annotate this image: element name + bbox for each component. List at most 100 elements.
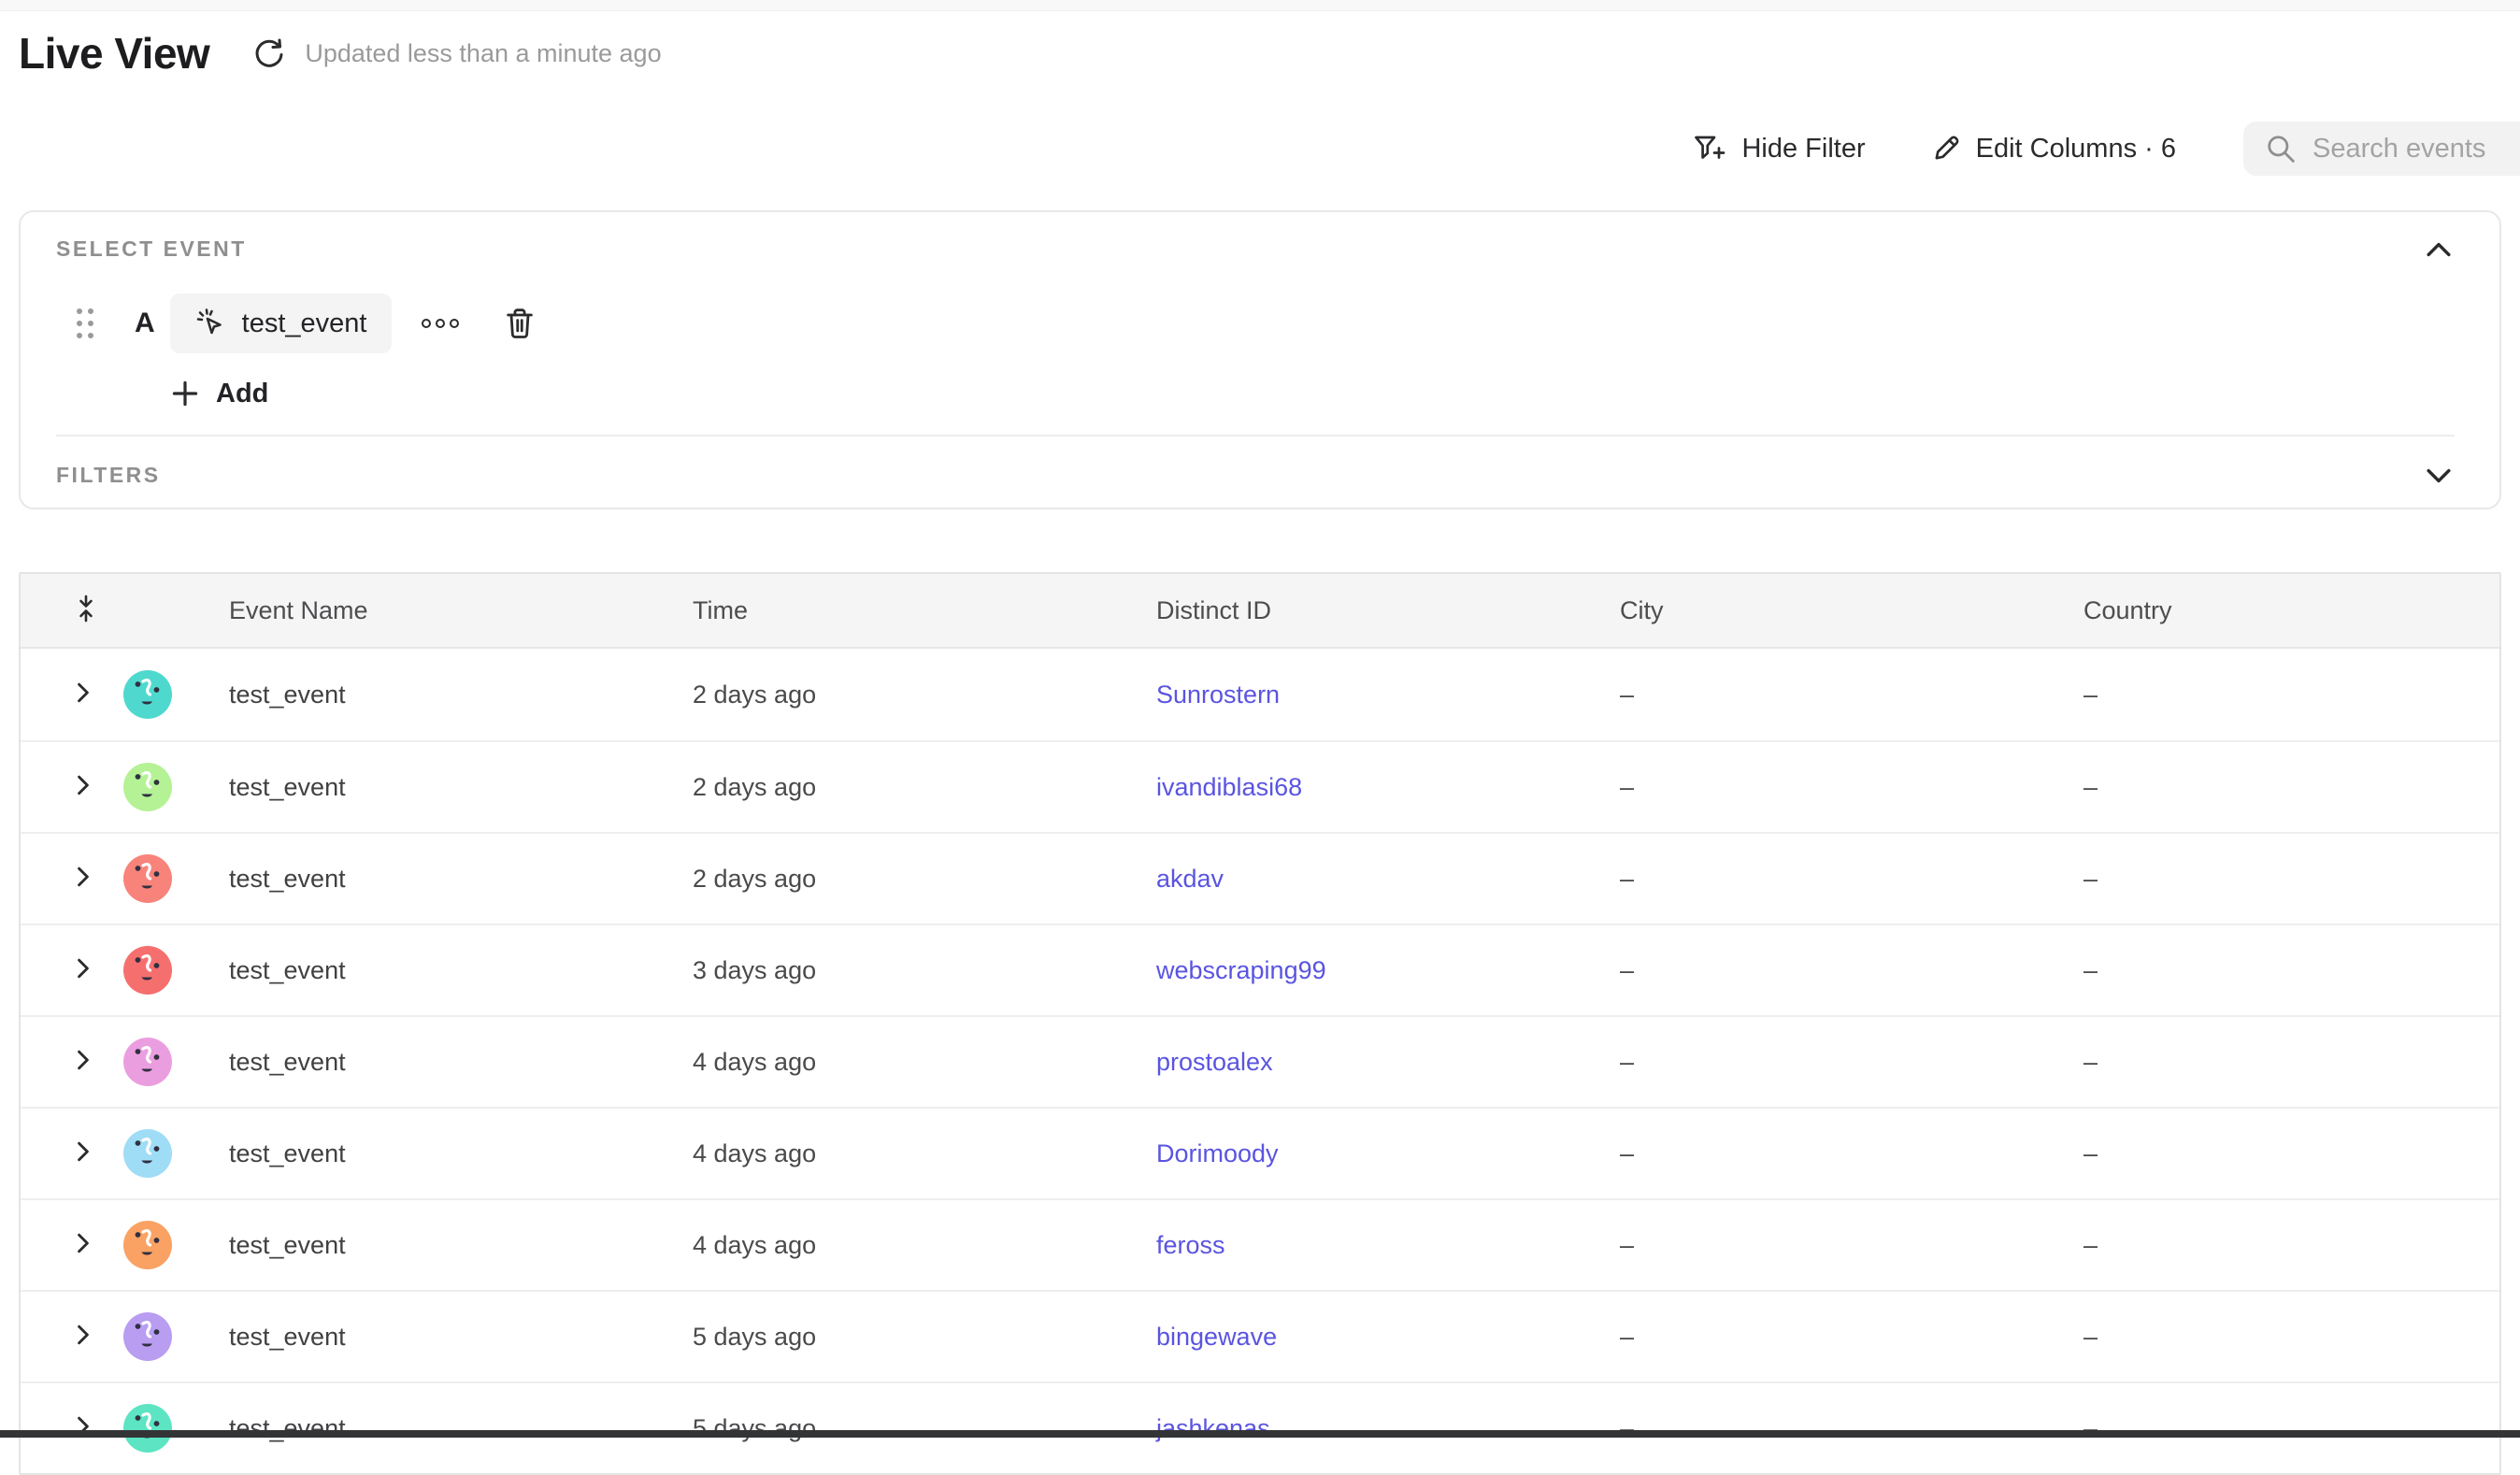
column-header-distinct-id: Distinct ID <box>1138 596 1601 625</box>
cell-city: – <box>1601 680 2065 709</box>
cell-country: – <box>2065 680 2499 709</box>
cursor-click-icon <box>194 307 228 340</box>
drag-handle[interactable] <box>77 308 93 338</box>
events-table: Event Name Time Distinct ID City Country <box>19 572 2501 1475</box>
user-avatar <box>123 946 210 995</box>
search-input[interactable] <box>2312 134 2516 165</box>
add-label: Add <box>216 379 268 409</box>
cell-event-name: test_event <box>210 1139 674 1168</box>
cell-city: – <box>1601 1139 2065 1168</box>
more-options-button[interactable] <box>420 317 461 330</box>
cell-event-name: test_event <box>210 1414 674 1443</box>
pencil-icon <box>1931 134 1961 164</box>
cell-time: 2 days ago <box>674 773 1138 802</box>
edit-columns-button[interactable]: Edit Columns · 6 <box>1931 134 2176 165</box>
cell-time: 5 days ago <box>674 1323 1138 1352</box>
column-header-country: Country <box>2065 596 2499 625</box>
distinct-id-link[interactable]: bingewave <box>1156 1323 1277 1351</box>
cell-city: – <box>1601 865 2065 894</box>
cell-city: – <box>1601 1414 2065 1443</box>
cell-country: – <box>2065 1048 2499 1077</box>
cell-event-name: test_event <box>210 956 674 985</box>
event-chip-label: test_event <box>242 308 367 339</box>
table-row: test_event 5 days ago jashkenas – – <box>21 1382 2499 1473</box>
cell-time: 2 days ago <box>674 680 1138 709</box>
column-header-city: City <box>1601 596 2065 625</box>
search-box <box>2243 122 2520 176</box>
cell-event-name: test_event <box>210 865 674 894</box>
distinct-id-link[interactable]: feross <box>1156 1231 1225 1259</box>
cell-event-name: test_event <box>210 1048 674 1077</box>
table-row: test_event 2 days ago ivandiblasi68 – – <box>21 740 2499 832</box>
collapse-all-rows-button[interactable] <box>73 594 99 623</box>
distinct-id-link[interactable]: Dorimoody <box>1156 1139 1279 1167</box>
cell-city: – <box>1601 1323 2065 1352</box>
table-row: test_event 5 days ago bingewave – – <box>21 1290 2499 1382</box>
cell-city: – <box>1601 1048 2065 1077</box>
cell-country: – <box>2065 865 2499 894</box>
table-row: test_event 2 days ago akdav – – <box>21 832 2499 924</box>
window-top-edge <box>0 0 2520 11</box>
distinct-id-link[interactable]: jashkenas <box>1156 1414 1270 1442</box>
user-avatar <box>123 854 210 903</box>
cell-country: – <box>2065 773 2499 802</box>
cell-country: – <box>2065 1139 2499 1168</box>
cell-time: 3 days ago <box>674 956 1138 985</box>
distinct-id-link[interactable]: ivandiblasi68 <box>1156 773 1302 801</box>
refresh-button[interactable] <box>251 36 284 70</box>
event-row: A test_event <box>56 293 2455 354</box>
table-row: test_event 2 days ago Sunrostern – – <box>21 649 2499 740</box>
cell-country: – <box>2065 1231 2499 1260</box>
table-body: test_event 2 days ago Sunrostern – – <box>21 649 2499 1473</box>
cell-time: 4 days ago <box>674 1139 1138 1168</box>
cell-event-name: test_event <box>210 1323 674 1352</box>
event-letter: A <box>135 308 155 339</box>
select-event-label: SELECT EVENT <box>56 236 247 262</box>
table-row: test_event 4 days ago feross – – <box>21 1198 2499 1290</box>
cell-time: 5 days ago <box>674 1414 1138 1443</box>
cell-event-name: test_event <box>210 680 674 709</box>
table-row: test_event 4 days ago prostoalex – – <box>21 1015 2499 1107</box>
user-avatar <box>123 1038 210 1086</box>
cell-event-name: test_event <box>210 1231 674 1260</box>
user-avatar <box>123 670 210 719</box>
distinct-id-link[interactable]: prostoalex <box>1156 1048 1273 1076</box>
hide-filter-label: Hide Filter <box>1741 134 1865 165</box>
edit-columns-label: Edit Columns · 6 <box>1976 134 2176 165</box>
plus-icon <box>171 379 199 408</box>
cell-city: – <box>1601 773 2065 802</box>
page-header: Live View Updated less than a minute ago <box>19 28 662 79</box>
expand-filters-button[interactable] <box>2423 465 2455 487</box>
event-selector-chip[interactable]: test_event <box>170 294 392 353</box>
cell-city: – <box>1601 1231 2065 1260</box>
cell-country: – <box>2065 1323 2499 1352</box>
cell-time: 4 days ago <box>674 1231 1138 1260</box>
user-avatar <box>123 1129 210 1178</box>
delete-event-button[interactable] <box>504 307 536 340</box>
cell-city: – <box>1601 956 2065 985</box>
query-builder-panel: SELECT EVENT A <box>19 210 2501 509</box>
filter-plus-icon <box>1693 134 1726 164</box>
filters-label: FILTERS <box>56 463 161 488</box>
page-title: Live View <box>19 28 209 79</box>
trash-icon <box>504 307 536 340</box>
cell-time: 2 days ago <box>674 865 1138 894</box>
distinct-id-link[interactable]: Sunrostern <box>1156 680 1280 709</box>
cell-event-name: test_event <box>210 773 674 802</box>
filters-section: FILTERS <box>21 437 2499 488</box>
table-row: test_event 4 days ago Dorimoody – – <box>21 1107 2499 1198</box>
table-header-row: Event Name Time Distinct ID City Country <box>21 574 2499 649</box>
hide-filter-button[interactable]: Hide Filter <box>1693 134 1865 165</box>
cell-time: 4 days ago <box>674 1048 1138 1077</box>
distinct-id-link[interactable]: akdav <box>1156 865 1224 893</box>
cell-country: – <box>2065 956 2499 985</box>
cell-country: – <box>2065 1414 2499 1443</box>
collapse-select-event-button[interactable] <box>2423 238 2455 261</box>
column-header-time: Time <box>674 596 1138 625</box>
add-event-button[interactable]: Add <box>171 374 268 413</box>
user-avatar <box>123 1312 210 1361</box>
select-event-section: SELECT EVENT A <box>21 212 2499 437</box>
chevron-up-icon <box>2427 242 2451 257</box>
distinct-id-link[interactable]: webscraping99 <box>1156 956 1326 984</box>
updated-status: Updated less than a minute ago <box>305 39 661 68</box>
